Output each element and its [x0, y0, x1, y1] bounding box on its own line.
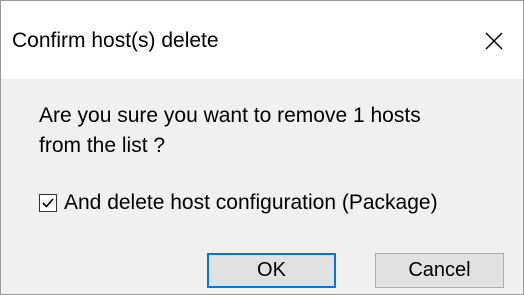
- close-button[interactable]: [465, 1, 523, 79]
- title-bar: Confirm host(s) delete: [1, 1, 523, 79]
- dialog-title: Confirm host(s) delete: [12, 29, 219, 52]
- close-icon: [485, 32, 503, 50]
- message-line: from the list ?: [39, 134, 166, 157]
- checkmark-icon: [42, 198, 54, 208]
- cancel-button[interactable]: Cancel: [375, 253, 504, 288]
- ok-button[interactable]: OK: [207, 253, 336, 288]
- delete-config-checkbox[interactable]: [39, 194, 57, 212]
- message-line: Are you sure you want to remove 1 hosts: [39, 104, 421, 127]
- delete-config-checkbox-label[interactable]: And delete host configuration (Package): [64, 191, 438, 215]
- confirm-dialog: Confirm host(s) delete Are you sure you …: [0, 0, 524, 295]
- dialog-message: Are you sure you want to remove 1 hosts …: [39, 101, 509, 161]
- delete-config-checkbox-row[interactable]: And delete host configuration (Package): [39, 191, 438, 215]
